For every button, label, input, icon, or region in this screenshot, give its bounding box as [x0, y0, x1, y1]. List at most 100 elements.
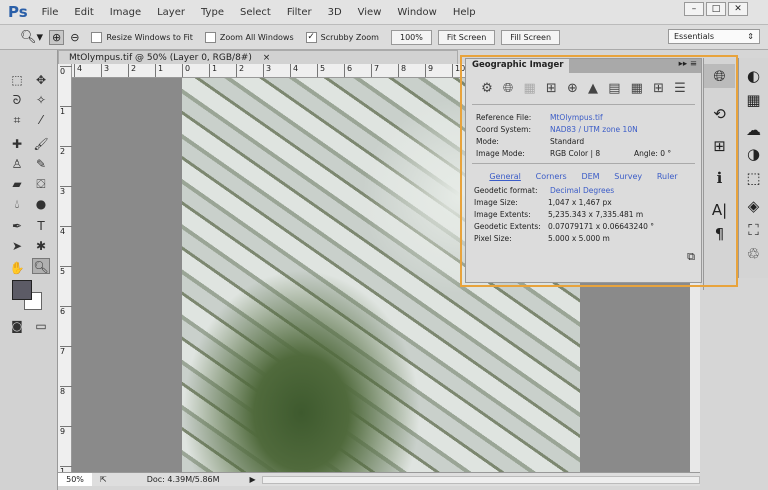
- ruler-tick: 4: [290, 64, 298, 77]
- color-icon[interactable]: ◐: [739, 64, 768, 88]
- ruler-tick: 1: [155, 64, 163, 77]
- swatches-icon[interactable]: ▦: [739, 88, 768, 112]
- ruler-tick: 2: [236, 64, 244, 77]
- workspace-select[interactable]: Essentials ⇕: [668, 29, 760, 44]
- styles-icon[interactable]: ⬚: [739, 166, 768, 190]
- checkbox-label: Resize Windows to Fit: [106, 32, 193, 42]
- menu-layer[interactable]: Layer: [157, 7, 185, 18]
- checkbox-box[interactable]: [91, 31, 103, 43]
- quick-mask-icon[interactable]: ◙: [8, 318, 26, 334]
- stamp-tool-icon[interactable]: ♙: [8, 156, 26, 172]
- shape-tool-icon[interactable]: ✱: [32, 238, 50, 254]
- layers-icon[interactable]: ◈: [739, 194, 768, 218]
- document-title: MtOlympus.tif @ 50% (Layer 0, RGB/8#): [69, 53, 252, 63]
- fill-screen-button[interactable]: Fill Screen: [501, 29, 561, 45]
- fit-screen-button[interactable]: Fit Screen: [437, 29, 496, 45]
- scrubby-zoom-checkbox[interactable]: ✓ Scrubby Zoom: [305, 31, 379, 43]
- marquee-tool-icon[interactable]: ⬚: [8, 72, 26, 88]
- ruler-tick: 0: [60, 66, 72, 76]
- history-brush-icon[interactable]: ✎: [32, 156, 50, 172]
- foreground-color-swatch[interactable]: [12, 280, 32, 300]
- close-button[interactable]: ✕: [728, 2, 748, 16]
- ruler-tick: 3: [101, 64, 109, 77]
- ruler-tick: 6: [60, 306, 72, 316]
- magic-wand-icon[interactable]: ✧: [32, 92, 50, 108]
- lasso-tool-icon[interactable]: ᘐ: [8, 92, 26, 108]
- libraries-icon[interactable]: ☁: [739, 118, 768, 142]
- resize-windows-checkbox[interactable]: Resize Windows to Fit: [91, 31, 193, 43]
- chevron-updown-icon: ⇕: [747, 32, 754, 41]
- ruler-tick: 9: [425, 64, 433, 77]
- ruler-tick: 6: [344, 64, 352, 77]
- healing-brush-icon[interactable]: ✚: [8, 136, 26, 152]
- panel-dock-right: ◐ ▦ ☁ ◑ ⬚ ◈ ⛶ ♲: [738, 58, 768, 278]
- close-tab-icon[interactable]: ×: [263, 53, 271, 63]
- maximize-button[interactable]: □: [706, 2, 726, 16]
- paths-icon[interactable]: ♲: [739, 242, 768, 266]
- ruler-tick: 1: [209, 64, 217, 77]
- menu-image[interactable]: Image: [110, 7, 141, 18]
- menu-3d[interactable]: 3D: [328, 7, 342, 18]
- ruler-tick: 0: [182, 64, 190, 77]
- ruler-tick: 3: [60, 186, 72, 196]
- ruler-tick: 4: [60, 226, 72, 236]
- zoom-100-button[interactable]: 100%: [390, 29, 432, 45]
- blur-tool-icon[interactable]: 💧︎: [8, 196, 26, 212]
- menu-help[interactable]: Help: [453, 7, 476, 18]
- ruler-tick: 7: [371, 64, 379, 77]
- ruler-tick: 1: [60, 106, 72, 116]
- screen-mode-icon[interactable]: ▭: [32, 318, 50, 334]
- ruler-tick: 8: [60, 386, 72, 396]
- checkbox-label: Zoom All Windows: [219, 32, 294, 42]
- menu-edit[interactable]: Edit: [74, 7, 93, 18]
- ruler-tick: 4: [74, 64, 82, 77]
- menu-type[interactable]: Type: [201, 7, 224, 18]
- menu-bar: Ps File Edit Image Layer Type Select Fil…: [0, 0, 768, 24]
- workspace-value: Essentials: [674, 32, 715, 41]
- ruler-tick: 3: [263, 64, 271, 77]
- checkmark-icon[interactable]: ✓: [305, 31, 317, 43]
- pen-tool-icon[interactable]: ✒: [8, 218, 26, 234]
- status-bar: 50% ⇱ Doc: 4.39M/5.86M ▶: [58, 472, 700, 486]
- highlight-frame: [460, 55, 738, 287]
- options-bar: 🔍︎▾ ⊕ ⊖ Resize Windows to Fit Zoom All W…: [0, 24, 768, 50]
- zoom-all-windows-checkbox[interactable]: Zoom All Windows: [204, 31, 294, 43]
- menu-window[interactable]: Window: [397, 7, 436, 18]
- zoom-in-icon[interactable]: ⊕: [49, 29, 65, 45]
- menu-select[interactable]: Select: [240, 7, 271, 18]
- menu-filter[interactable]: Filter: [287, 7, 312, 18]
- ruler-tick: 7: [60, 346, 72, 356]
- doc-size: Doc: 4.39M/5.86M: [146, 475, 220, 484]
- vertical-ruler: 01234567891: [58, 64, 72, 476]
- eraser-tool-icon[interactable]: ▰: [8, 176, 26, 192]
- minimize-button[interactable]: –: [684, 2, 704, 16]
- status-menu-arrow-icon[interactable]: ▶: [250, 475, 256, 484]
- menu-view[interactable]: View: [358, 7, 382, 18]
- zoom-out-icon[interactable]: ⊖: [70, 31, 79, 44]
- adjustments-icon[interactable]: ◑: [739, 142, 768, 166]
- hand-tool-icon[interactable]: ✋: [8, 260, 26, 276]
- channels-icon[interactable]: ⛶: [739, 218, 768, 242]
- ruler-tick: 9: [60, 426, 72, 436]
- zoom-tool-icon[interactable]: 🔍︎▾: [20, 30, 43, 45]
- tools-panel: ⬚ ✥ ᘐ ✧ ⌗ ⁄ ✚ 🖌︎ ♙ ✎ ▰ ⛋ 💧︎ ● ✒ T ➤ ✱ ✋ …: [0, 50, 58, 490]
- brush-tool-icon[interactable]: 🖌︎: [32, 136, 50, 152]
- menu-file[interactable]: File: [42, 7, 59, 18]
- crop-tool-icon[interactable]: ⌗: [8, 112, 26, 128]
- ruler-tick: 8: [398, 64, 406, 77]
- horizontal-scrollbar[interactable]: [261, 475, 700, 484]
- ruler-tick: 5: [317, 64, 325, 77]
- eyedropper-icon[interactable]: ⁄: [32, 112, 50, 128]
- checkbox-label: Scrubby Zoom: [320, 32, 379, 42]
- checkbox-box[interactable]: [204, 31, 216, 43]
- zoom-level[interactable]: 50%: [58, 473, 92, 486]
- paint-bucket-icon[interactable]: ⛋: [32, 176, 50, 192]
- move-tool-icon[interactable]: ✥: [32, 72, 50, 88]
- path-selection-icon[interactable]: ➤: [8, 238, 26, 254]
- type-tool-icon[interactable]: T: [32, 218, 50, 234]
- dodge-tool-icon[interactable]: ●: [32, 196, 50, 212]
- zoom-tool-icon[interactable]: 🔍︎: [32, 258, 50, 274]
- document-tab[interactable]: MtOlympus.tif @ 50% (Layer 0, RGB/8#) ×: [58, 50, 458, 64]
- export-icon[interactable]: ⇱: [100, 475, 107, 484]
- photoshop-logo: Ps: [8, 3, 28, 21]
